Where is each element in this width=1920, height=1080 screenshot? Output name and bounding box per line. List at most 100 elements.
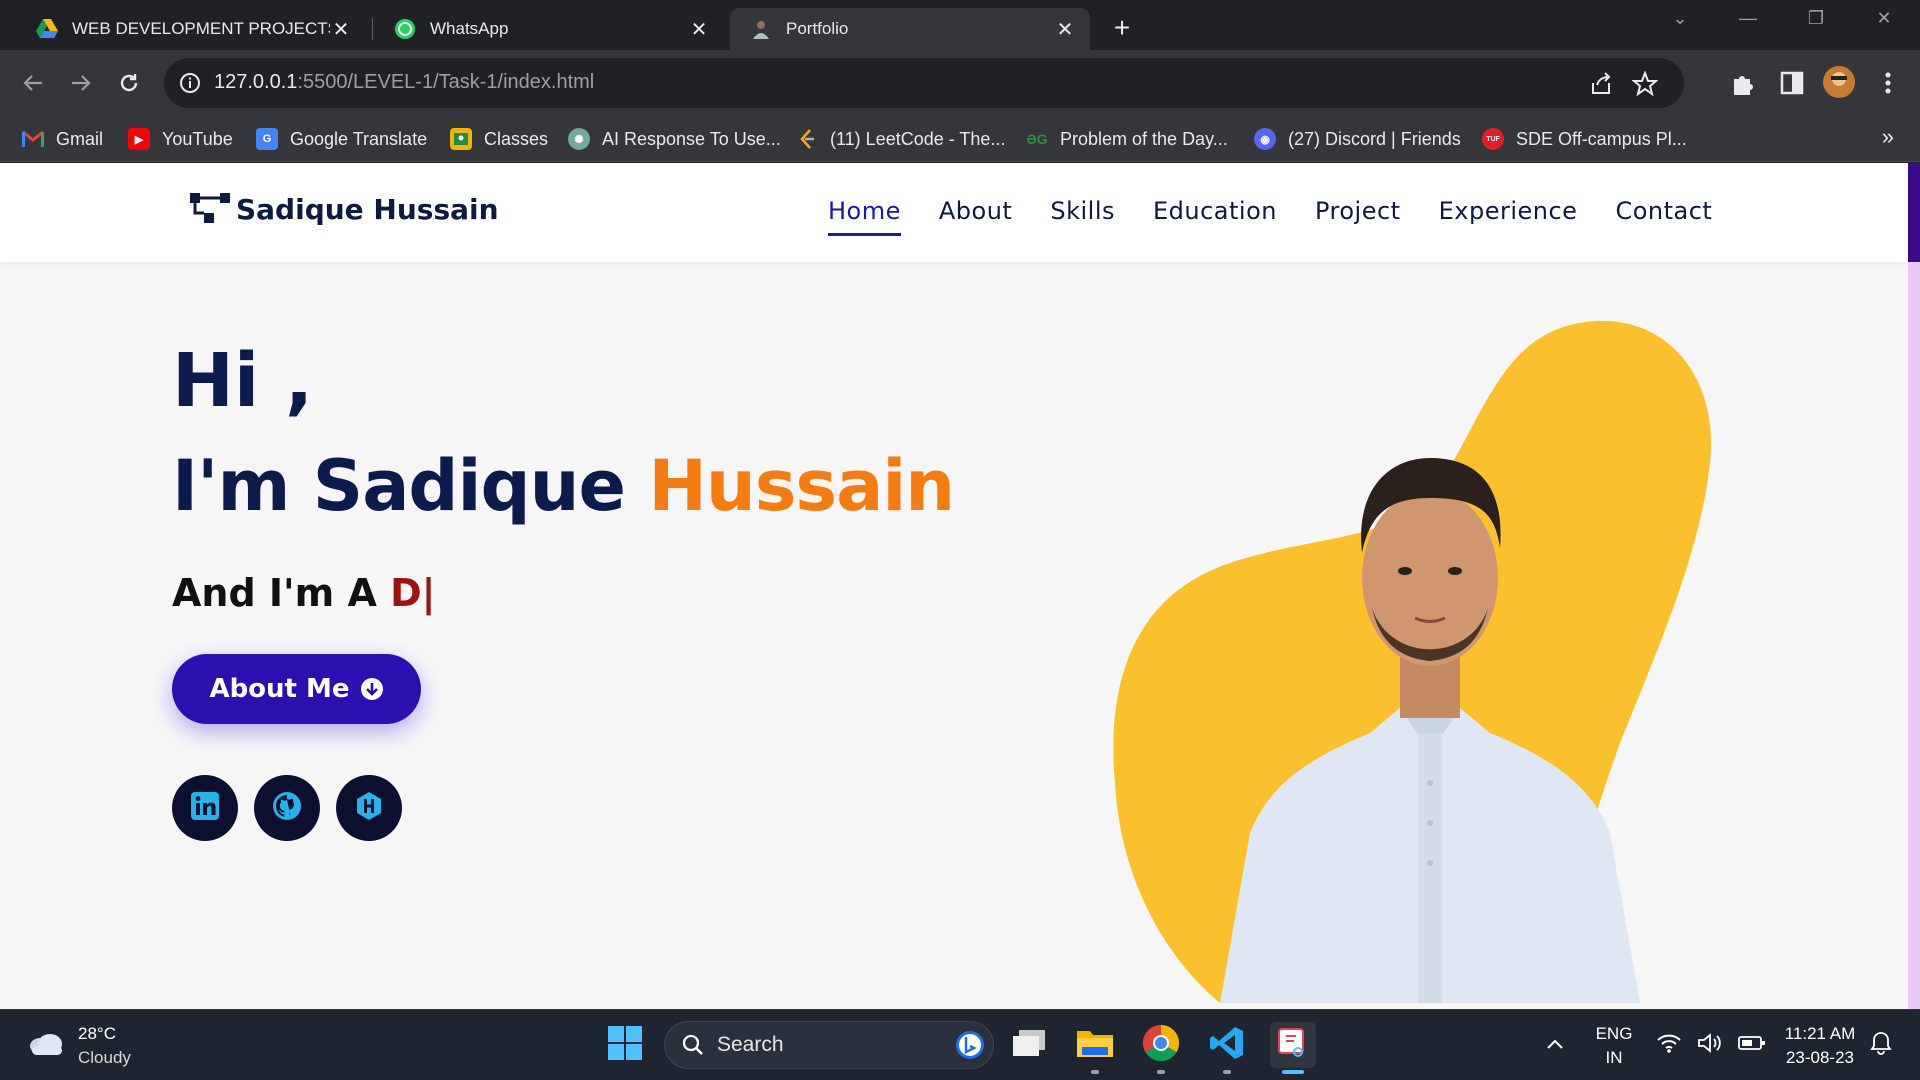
- logo-text: Sadique Hussain: [236, 192, 499, 226]
- battery-icon: [1738, 1035, 1766, 1056]
- extensions-icon[interactable]: [1730, 69, 1758, 97]
- nav-home[interactable]: Home: [828, 197, 901, 236]
- search-icon: [681, 1033, 705, 1057]
- hero-name-prefix: I'm Sadique: [172, 445, 649, 527]
- nav-experience[interactable]: Experience: [1439, 197, 1578, 236]
- bookmark-problem-of-the-day[interactable]: ƏG Problem of the Day...: [1026, 126, 1228, 152]
- quick-settings-button[interactable]: [1656, 1010, 1766, 1080]
- running-indicator: [1223, 1070, 1231, 1074]
- clock-date: 23-08-23: [1785, 1047, 1855, 1067]
- google-drive-icon: [36, 18, 58, 40]
- task-view-icon: [1011, 1028, 1047, 1063]
- close-tab-icon[interactable]: ✕: [330, 17, 352, 42]
- running-indicator: [1091, 1070, 1099, 1074]
- url-host: 127.0.0.1: [214, 71, 298, 93]
- bookmark-label: (27) Discord | Friends: [1288, 128, 1461, 149]
- start-button[interactable]: [602, 1022, 648, 1068]
- language-indicator[interactable]: ENG IN: [1592, 1010, 1636, 1080]
- nav-skills[interactable]: Skills: [1050, 197, 1115, 236]
- bookmark-label: (11) LeetCode - The...: [830, 128, 1006, 149]
- back-icon[interactable]: [14, 64, 52, 102]
- main-nav: Home About Skills Education Project Expe…: [828, 197, 1750, 236]
- vscode-button[interactable]: [1204, 1022, 1250, 1074]
- tab-whatsapp[interactable]: WhatsApp ✕: [374, 8, 724, 50]
- tab-strip: WEB DEVELOPMENT PROJECTS.p ✕ WhatsApp ✕ …: [0, 0, 1920, 50]
- share-icon[interactable]: [1588, 71, 1614, 97]
- bookmark-label: SDE Off-campus Pl...: [1516, 128, 1687, 149]
- forward-icon[interactable]: [62, 64, 100, 102]
- github-icon: [271, 790, 303, 827]
- bookmark-leetcode[interactable]: (11) LeetCode - The...: [796, 126, 1005, 152]
- side-panel-icon[interactable]: [1778, 69, 1806, 97]
- windows-logo-icon: [608, 1025, 642, 1065]
- weather-widget[interactable]: 28°C Cloudy: [26, 1022, 131, 1070]
- bookmark-classes[interactable]: Classes: [450, 126, 548, 152]
- language-code: ENG: [1595, 1023, 1633, 1043]
- chevron-up-icon: [1546, 1037, 1564, 1055]
- bookmark-google-translate[interactable]: G Google Translate: [256, 126, 427, 152]
- portfolio-favicon: [750, 18, 772, 40]
- new-tab-button[interactable]: +: [1108, 12, 1136, 44]
- linkedin-link[interactable]: [172, 775, 238, 841]
- reload-icon[interactable]: [110, 64, 148, 102]
- nav-education[interactable]: Education: [1153, 197, 1277, 236]
- profile-avatar[interactable]: [1822, 65, 1856, 99]
- scrollbar-thumb[interactable]: [1908, 163, 1920, 262]
- show-hidden-icons-button[interactable]: [1540, 1010, 1570, 1080]
- snipping-tool-button[interactable]: [1270, 1022, 1316, 1074]
- clock[interactable]: 11:21 AM 23-08-23: [1776, 1010, 1864, 1080]
- bookmark-label: Gmail: [56, 128, 104, 149]
- tab-search-icon[interactable]: ⌄: [1660, 8, 1700, 29]
- close-window-icon[interactable]: ✕: [1864, 8, 1904, 29]
- close-tab-icon[interactable]: ✕: [688, 17, 710, 42]
- language-region: IN: [1605, 1047, 1623, 1067]
- close-tab-icon[interactable]: ✕: [1054, 17, 1076, 42]
- about-me-label: About Me: [209, 674, 350, 704]
- running-indicator: [1282, 1070, 1304, 1074]
- nav-contact[interactable]: Contact: [1615, 197, 1712, 236]
- restore-icon[interactable]: ❐: [1796, 8, 1836, 29]
- page-scrollbar[interactable]: [1908, 163, 1920, 1009]
- hero-typing-line: And I'm A D|: [172, 571, 436, 615]
- bookmarks-overflow-icon[interactable]: »: [1882, 124, 1894, 150]
- bookmark-label: Problem of the Day...: [1060, 128, 1228, 149]
- logo-icon: [190, 191, 234, 227]
- file-explorer-button[interactable]: [1072, 1022, 1118, 1074]
- chrome-button[interactable]: [1138, 1022, 1184, 1074]
- site-logo[interactable]: Sadique Hussain: [190, 191, 499, 227]
- more-menu-icon[interactable]: [1874, 69, 1902, 97]
- notification-center-button[interactable]: [1866, 1010, 1896, 1080]
- typing-text: D|: [390, 571, 436, 615]
- task-view-button[interactable]: [1006, 1022, 1052, 1068]
- site-info-icon[interactable]: [178, 71, 202, 95]
- taskbar-search[interactable]: Search: [664, 1021, 994, 1069]
- vscode-icon: [1209, 1025, 1245, 1066]
- nav-project[interactable]: Project: [1315, 197, 1401, 236]
- leetcode-icon: [796, 128, 818, 150]
- tab-web-development-projects[interactable]: WEB DEVELOPMENT PROJECTS.p ✕: [16, 8, 366, 50]
- hero-name: I'm Sadique Hussain: [172, 445, 955, 527]
- running-indicator: [1157, 1070, 1165, 1074]
- search-placeholder: Search: [717, 1033, 784, 1056]
- bookmark-sde-off-campus[interactable]: TUF SDE Off-campus Pl...: [1482, 126, 1687, 152]
- google-classroom-icon: [450, 128, 472, 150]
- bookmark-star-icon[interactable]: [1631, 70, 1659, 97]
- github-link[interactable]: [254, 775, 320, 841]
- bookmark-gmail[interactable]: Gmail: [22, 126, 103, 152]
- linkedin-icon: [190, 791, 220, 826]
- tab-title: WhatsApp: [430, 19, 509, 38]
- minimize-icon[interactable]: —: [1728, 8, 1768, 29]
- tab-portfolio[interactable]: Portfolio ✕: [730, 8, 1090, 50]
- bookmark-youtube[interactable]: ▶ YouTube: [128, 126, 233, 152]
- nav-about[interactable]: About: [939, 197, 1012, 236]
- tab-title: WEB DEVELOPMENT PROJECTS.p: [72, 19, 330, 38]
- address-bar[interactable]: 127.0.0.1:5500/LEVEL-1/Task-1/index.html: [164, 58, 1684, 108]
- bookmark-discord[interactable]: ◉ (27) Discord | Friends: [1254, 126, 1461, 152]
- about-me-button[interactable]: About Me: [172, 654, 421, 724]
- hashnode-link[interactable]: [336, 775, 402, 841]
- bookmark-label: YouTube: [162, 128, 233, 149]
- tab-title: Portfolio: [786, 19, 849, 38]
- google-translate-icon: G: [256, 128, 278, 150]
- bookmark-ai-response[interactable]: ✺ AI Response To Use...: [568, 126, 781, 152]
- tuf-icon: TUF: [1482, 128, 1504, 150]
